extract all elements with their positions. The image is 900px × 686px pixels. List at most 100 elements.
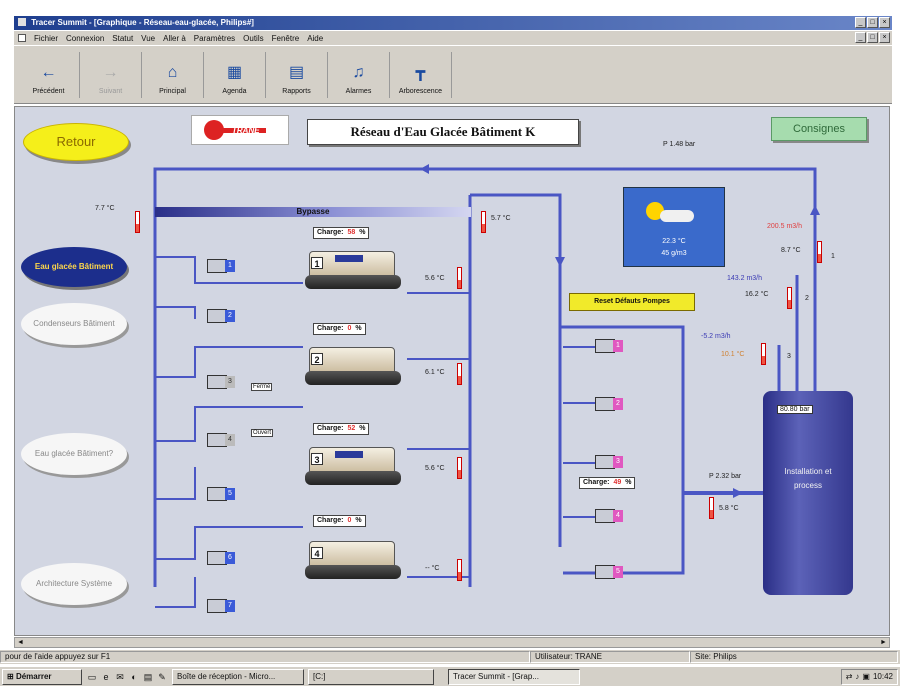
supply-temp: 5.7 °C (491, 215, 511, 222)
eau-glacee-batiment2-button[interactable]: Eau glacée Bâtiment? (21, 433, 127, 475)
pressure-gauge-icon: P (709, 473, 714, 480)
toolbar: ← Précédent → Suivant ⌂ Principal ▦ Agen… (14, 46, 892, 104)
chiller-3[interactable]: 3 (305, 443, 401, 489)
chiller-2[interactable]: 2 (305, 343, 401, 389)
retour-button[interactable]: Retour (23, 123, 129, 161)
taskbar: ⊞ Démarrer ▭ e ✉ ◐ ▤ ✎ Boîte de réceptio… (0, 666, 900, 686)
window-title-bar: Tracer Summit - [Graphique - Réseau-eau-… (14, 16, 892, 30)
doc-restore-button[interactable]: □ (867, 32, 878, 43)
menu-vue[interactable]: Vue (141, 34, 155, 43)
task-inbox[interactable]: Boîte de réception - Micro... (172, 668, 304, 685)
antivirus-icon[interactable]: ▣ (862, 672, 870, 681)
consignes-button[interactable]: Consignes (771, 117, 867, 141)
menu-statut[interactable]: Statut (112, 34, 133, 43)
thermometer-icon (457, 457, 462, 479)
document-icon (18, 34, 26, 42)
volume-icon[interactable]: ♪ (855, 672, 859, 681)
clock: 10:42 (872, 672, 893, 681)
menu-fichier[interactable]: Fichier (34, 34, 58, 43)
menu-connexion[interactable]: Connexion (66, 34, 104, 43)
toolbar-suivant-button[interactable]: → Suivant (80, 52, 142, 98)
task-drive-c[interactable]: [C:] (308, 668, 434, 685)
eau-glacee-batiment-button[interactable]: Eau glacée Bâtiment (21, 247, 127, 287)
thermometer-icon (817, 241, 822, 263)
thermometer-icon (761, 343, 766, 365)
agenda-icon: ▦ (226, 64, 243, 81)
secondary-pump-2[interactable]: 2 (589, 395, 623, 413)
menu-fenetre[interactable]: Fenêtre (272, 34, 300, 43)
toolbar-arborescence-button[interactable]: ┳ Arborescence (390, 52, 452, 98)
primary-pump-2[interactable]: 2 (201, 307, 235, 325)
minimize-button[interactable]: _ (855, 17, 866, 28)
menu-outils[interactable]: Outils (243, 34, 263, 43)
maximize-button[interactable]: □ (867, 17, 878, 28)
media-icon[interactable]: ◐ (128, 671, 140, 683)
thermometer-icon (457, 267, 462, 289)
secondary-pump-3[interactable]: 3 (589, 453, 623, 471)
flow-arrow-right (733, 488, 743, 498)
chiller-2-charge: Charge: 0% (313, 323, 366, 335)
primary-pump-1[interactable]: 1 (201, 257, 235, 275)
secondary-pump-1[interactable]: 1 (589, 337, 623, 355)
toolbar-precedent-button[interactable]: ← Précédent (18, 52, 80, 98)
explorer-icon[interactable]: ▤ (142, 671, 154, 683)
toolbar-rapports-button[interactable]: ▤ Rapports (266, 52, 328, 98)
tool-icon[interactable]: ✎ (156, 671, 168, 683)
user-text: Utilisateur: TRANE (530, 651, 690, 663)
secondary-loop (560, 325, 685, 575)
thermometer-icon (457, 363, 462, 385)
doc-minimize-button[interactable]: _ (855, 32, 866, 43)
flow-arrow-left (420, 164, 429, 174)
process-tank[interactable]: 80.80 bar Installation et process (763, 391, 853, 595)
temp-1: 8.7 °C (781, 247, 801, 254)
secondary-pump-4[interactable]: 4 (589, 507, 623, 525)
chiller-4-charge: Charge: 0% (313, 515, 366, 527)
horizontal-scrollbar[interactable]: ◄ ► (14, 637, 890, 648)
menu-aide[interactable]: Aide (307, 34, 323, 43)
menu-aller-a[interactable]: Aller à (163, 34, 186, 43)
desktop-icon[interactable]: ▭ (86, 671, 98, 683)
flow-arrow-up (810, 205, 820, 215)
primary-pump-4[interactable]: 4 (201, 431, 235, 449)
home-icon: ⌂ (167, 64, 178, 81)
toolbar-agenda-button[interactable]: ▦ Agenda (204, 52, 266, 98)
flow-1: 200.5 m3/h (767, 223, 803, 230)
thermometer-icon (457, 559, 462, 581)
doc-close-button[interactable]: × (879, 32, 890, 43)
task-tracer-summit[interactable]: Tracer Summit - [Grap... (448, 668, 580, 685)
primary-pump-5[interactable]: 5 (201, 485, 235, 503)
chiller-4-temp: -- °C (425, 565, 440, 572)
primary-pump-7[interactable]: 7 (201, 597, 235, 615)
primary-pump-6[interactable]: 6 (201, 549, 235, 567)
scroll-right-arrow-icon[interactable]: ► (878, 638, 889, 647)
outdoor-temp: 22.3 °C (662, 238, 686, 245)
page-title: Réseau d'Eau Glacée Bâtiment K (307, 119, 579, 145)
reset-pump-faults-button[interactable]: Reset Défauts Pompes (569, 293, 695, 311)
scroll-left-arrow-icon[interactable]: ◄ (15, 638, 26, 647)
browser-icon[interactable]: e (100, 671, 112, 683)
tank-level: 80.80 bar (777, 405, 813, 414)
mail-icon[interactable]: ✉ (114, 671, 126, 683)
outdoor-humidity: 45 g/m3 (661, 250, 687, 257)
network-icon[interactable]: ⇄ (846, 672, 853, 681)
secondary-pump-5[interactable]: 5 (589, 563, 623, 581)
close-button[interactable]: × (879, 17, 890, 28)
chiller-4[interactable]: 4 (305, 537, 401, 583)
window-title: Tracer Summit - [Graphique - Réseau-eau-… (31, 18, 254, 27)
toolbar-principal-button[interactable]: ⌂ Principal (142, 52, 204, 98)
toolbar-alarmes-button[interactable]: ♫ Alarmes (328, 52, 390, 98)
condenseurs-batiment-button[interactable]: Condenseurs Bâtiment (21, 303, 127, 345)
bypass-bar: Bypasse (155, 207, 471, 217)
document-controls: _ □ × (855, 32, 890, 43)
architecture-systeme-button[interactable]: Architecture Système (21, 563, 127, 605)
top-pressure: P 1.48 bar (663, 141, 696, 148)
window-controls: _ □ × (855, 17, 890, 29)
thermometer-icon (481, 211, 486, 233)
chiller-1[interactable]: 1 (305, 247, 401, 293)
valve-status-ferme: Fermé (251, 383, 273, 391)
menu-parametres[interactable]: Paramètres (194, 34, 235, 43)
start-button[interactable]: ⊞ Démarrer (2, 668, 82, 685)
chiller-3-temp: 5.6 °C (425, 465, 445, 472)
tank-inlet-temp: 5.8 °C (719, 505, 739, 512)
primary-pump-3[interactable]: 3 (201, 373, 235, 391)
